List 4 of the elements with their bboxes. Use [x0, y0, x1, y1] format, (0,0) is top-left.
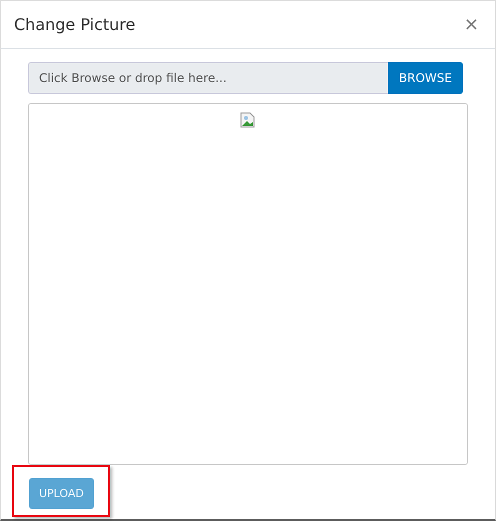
dialog-title: Change Picture [14, 15, 136, 34]
close-button[interactable]: × [460, 14, 483, 35]
file-input-field[interactable]: Click Browse or drop file here... [28, 62, 388, 94]
browse-button[interactable]: BROWSE [388, 62, 463, 94]
